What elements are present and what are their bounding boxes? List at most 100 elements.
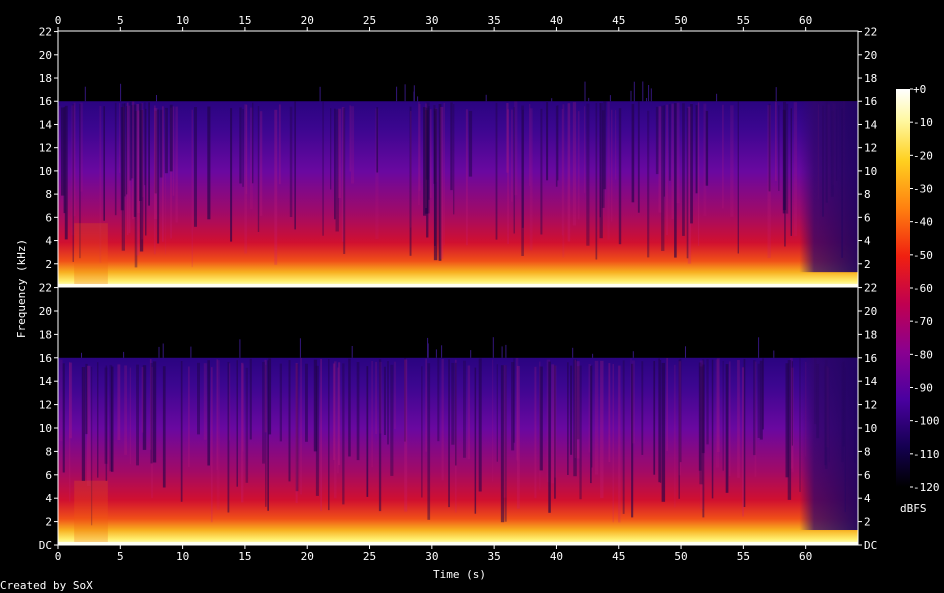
high-freq-spike [351, 346, 353, 358]
texture-streak [668, 104, 671, 181]
texture-streak [252, 102, 254, 184]
x-tick-label-top: 55 [737, 14, 750, 27]
high-freq-spike [773, 350, 775, 358]
texture-streak [437, 358, 440, 442]
x-tick-label-bottom: 10 [176, 550, 189, 563]
y-tick-label-left: 14 [39, 118, 53, 131]
texture-streak [686, 107, 689, 259]
spectrogram-chart: 0055101015152020252530303535404045455050… [39, 14, 940, 563]
x-tick-label-top: 45 [612, 14, 625, 27]
texture-streak [427, 363, 431, 520]
texture-streak [793, 102, 798, 237]
texture-streak [729, 361, 731, 477]
texture-streak [194, 107, 197, 227]
texture-streak [126, 102, 129, 235]
texture-streak [180, 361, 183, 502]
texture-streak [607, 101, 610, 240]
colorbar-tick-label: -10 [913, 116, 933, 129]
x-tick-label-bottom: 15 [238, 550, 251, 563]
texture-streak [294, 101, 296, 230]
texture-streak [455, 362, 457, 466]
x-tick-label-bottom: 25 [363, 550, 376, 563]
texture-streak [109, 364, 113, 472]
texture-streak [387, 361, 389, 445]
texture-streak [768, 103, 771, 192]
high-freq-spike [417, 96, 419, 102]
y-tick-label-left: 8 [45, 188, 52, 201]
texture-streak [62, 363, 65, 473]
y-tick-label-left: 6 [45, 211, 52, 224]
texture-streak [441, 359, 444, 481]
texture-streak [674, 103, 677, 258]
texture-streak [330, 108, 332, 190]
texture-streak [753, 360, 756, 456]
y-tick-label-left: 18 [39, 328, 52, 341]
y-axis-label: Frequency (kHz) [15, 238, 29, 339]
texture-streak [608, 363, 611, 462]
texture-streak [376, 107, 379, 173]
y-tick-label-left: 16 [39, 352, 52, 365]
y-tick-label-right: 22 [864, 26, 877, 39]
high-freq-spike [470, 350, 472, 358]
texture-streak [425, 358, 427, 452]
texture-streak [618, 365, 621, 523]
high-freq-spike [492, 337, 494, 358]
texture-streak [245, 367, 249, 483]
texture-streak [570, 365, 573, 455]
texture-streak [590, 366, 592, 484]
high-freq-spike [716, 93, 718, 102]
high-freq-spike [441, 345, 443, 358]
texture-streak [129, 367, 131, 465]
fade-out-region [799, 101, 858, 273]
texture-streak [673, 364, 676, 508]
y-tick-label-right: 12 [864, 399, 877, 412]
x-tick-label-top: 60 [799, 14, 812, 27]
texture-streak [539, 361, 541, 490]
y-tick-label-right: 2 [864, 516, 871, 529]
texture-streak [80, 102, 83, 192]
texture-streak [351, 106, 355, 184]
x-tick-label-top: 35 [488, 14, 501, 27]
texture-streak [124, 103, 126, 197]
texture-streak [145, 108, 147, 236]
texture-streak [534, 366, 537, 499]
x-tick-label-bottom: 35 [488, 550, 501, 563]
texture-streak [658, 106, 662, 213]
texture-streak [425, 107, 430, 180]
texture-streak [594, 360, 599, 475]
high-freq-spike [396, 86, 398, 102]
high-freq-spike [120, 83, 122, 102]
texture-streak [787, 360, 792, 500]
channel-1-spectrogram [58, 31, 858, 288]
y-tick-label-right: 16 [864, 95, 877, 108]
high-freq-spike [435, 349, 437, 358]
texture-streak [775, 101, 777, 181]
texture-streak [404, 359, 408, 512]
texture-streak [259, 111, 263, 216]
texture-streak [663, 105, 665, 197]
x-tick-label-top: 50 [674, 14, 687, 27]
texture-streak [725, 364, 729, 493]
texture-streak [690, 104, 693, 224]
y-tick-label-right: 10 [864, 165, 877, 178]
y-tick-label-left: DC [39, 539, 52, 552]
texture-streak [81, 367, 86, 481]
x-tick-label-top: 20 [301, 14, 314, 27]
x-tick-label-bottom: 60 [799, 550, 812, 563]
y-tick-label-right: 20 [864, 305, 877, 318]
y-tick-label-left: 12 [39, 142, 52, 155]
texture-streak [61, 107, 65, 196]
texture-streak [574, 359, 576, 458]
texture-streak [390, 364, 394, 476]
y-tick-label-left: 18 [39, 72, 52, 85]
texture-streak [521, 109, 524, 228]
y-tick-label-left: 22 [39, 282, 52, 295]
texture-streak [511, 362, 515, 451]
texture-streak [671, 103, 674, 220]
texture-streak [268, 358, 272, 435]
texture-streak [172, 106, 175, 196]
sox-credit: Created by SoX [0, 579, 93, 592]
texture-streak [150, 363, 153, 464]
texture-streak [757, 363, 760, 438]
texture-streak [175, 106, 178, 223]
